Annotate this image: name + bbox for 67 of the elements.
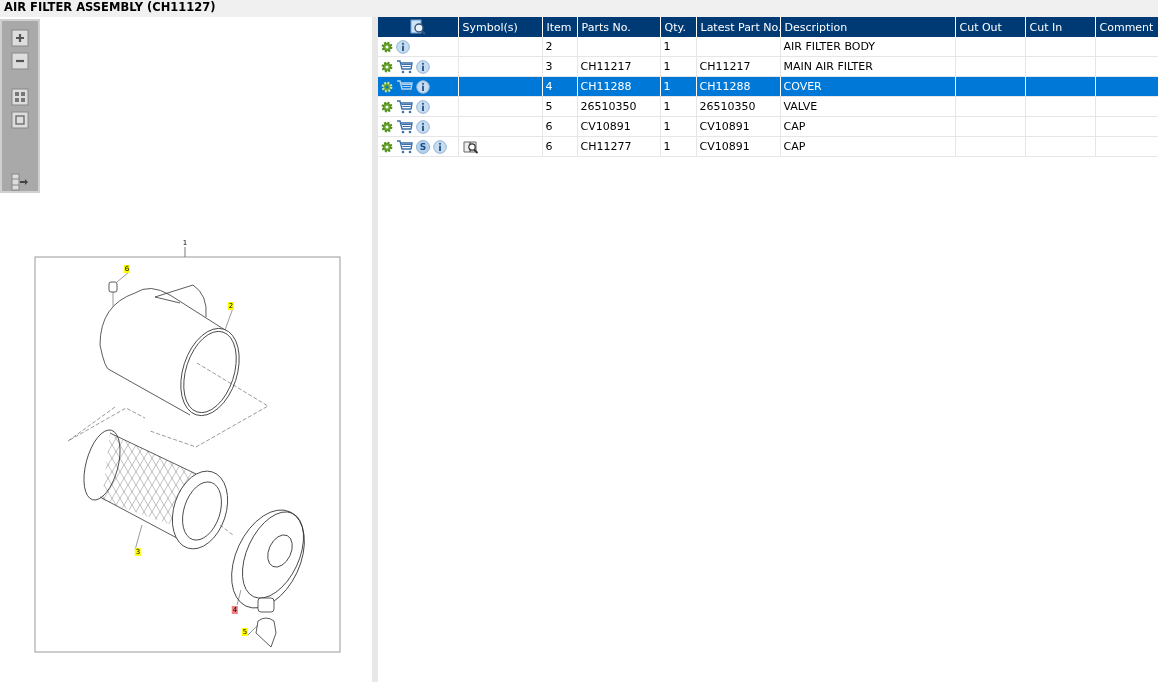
cart-icon[interactable]	[396, 99, 413, 114]
table-cell: 2	[545, 40, 553, 53]
table-cell: 5	[545, 100, 553, 113]
column-header[interactable]: Cut In	[1025, 17, 1095, 37]
table-cell: CH11288	[699, 80, 751, 93]
info-icon[interactable]	[416, 79, 430, 94]
column-header[interactable]: Latest Part No.	[696, 17, 780, 37]
table-row[interactable]: 6 CV10891 1 CV10891 CAP	[378, 116, 1158, 137]
service-badge[interactable]: S	[416, 139, 430, 154]
table-cell: 1	[663, 80, 671, 93]
table-cell: 1	[663, 140, 671, 153]
table-cell: CH11288	[580, 80, 632, 93]
table-row[interactable]: 3 CH11217 1 CH11217 MAIN AIR FILTER	[378, 56, 1158, 77]
column-header[interactable]: Description	[780, 17, 955, 37]
table-cell: 1	[663, 120, 671, 133]
zoom-in-button[interactable]	[11, 29, 29, 47]
panel-arrow-button[interactable]	[11, 173, 29, 191]
table-cell: 1	[663, 60, 671, 73]
table-row[interactable]: S 6 CH11277 1 CV10891 CAP	[378, 136, 1158, 157]
table-row[interactable]: 2 1 AIR FILTER BODY	[378, 37, 1158, 57]
gear-icon[interactable]	[381, 120, 393, 133]
column-header[interactable]: Item	[542, 17, 577, 37]
table-cell: VALVE	[783, 100, 818, 113]
info-icon[interactable]	[416, 119, 430, 134]
table-cell: CAP	[783, 120, 806, 133]
gear-icon[interactable]	[381, 60, 393, 73]
table-cell: 26510350	[699, 100, 756, 113]
table-cell: CV10891	[699, 140, 750, 153]
grid-button[interactable]	[11, 88, 29, 106]
table-cell: CH11277	[580, 140, 632, 153]
info-icon[interactable]	[433, 139, 447, 154]
table-cell: AIR FILTER BODY	[783, 40, 875, 53]
cart-icon[interactable]	[396, 59, 413, 74]
column-header[interactable]: Qty.	[660, 17, 696, 37]
table-cell: CV10891	[580, 120, 631, 133]
info-icon[interactable]	[396, 39, 410, 54]
search-document-icon[interactable]	[409, 19, 426, 35]
table-cell: 1	[663, 40, 671, 53]
column-header[interactable]: Parts No.	[577, 17, 660, 37]
table-cell: 4	[545, 80, 553, 93]
table-cell: CH11217	[699, 60, 751, 73]
table-row[interactable]: 4 CH11288 1 CH11288 COVER	[378, 76, 1158, 97]
page-title: AIR FILTER ASSEMBLY (CH11127)	[4, 0, 216, 14]
book-magnifier-icon[interactable]	[462, 139, 479, 154]
column-header[interactable]: Symbol(s)	[458, 17, 542, 37]
table-cell: CH11217	[580, 60, 632, 73]
table-cell: 26510350	[580, 100, 637, 113]
info-icon[interactable]	[416, 99, 430, 114]
cart-icon[interactable]	[396, 139, 413, 154]
table-cell: 6	[545, 120, 553, 133]
column-header[interactable]: Comment	[1095, 17, 1158, 37]
table-cell: CAP	[783, 140, 806, 153]
zoom-out-button[interactable]	[11, 52, 29, 70]
table-cell: 3	[545, 60, 553, 73]
table-row[interactable]: 5 26510350 1 26510350 VALVE	[378, 96, 1158, 117]
cart-icon[interactable]	[396, 119, 413, 134]
gear-icon[interactable]	[381, 40, 393, 53]
table-cell: 6	[545, 140, 553, 153]
gear-icon[interactable]	[381, 100, 393, 113]
cart-icon[interactable]	[396, 79, 413, 94]
table-cell: MAIN AIR FILTER	[783, 60, 873, 73]
column-header[interactable]: Cut Out	[955, 17, 1025, 37]
table-cell: CV10891	[699, 120, 750, 133]
gear-icon[interactable]	[381, 140, 393, 153]
table-cell: 1	[663, 100, 671, 113]
info-icon[interactable]	[416, 59, 430, 74]
table-cell: COVER	[783, 80, 822, 93]
